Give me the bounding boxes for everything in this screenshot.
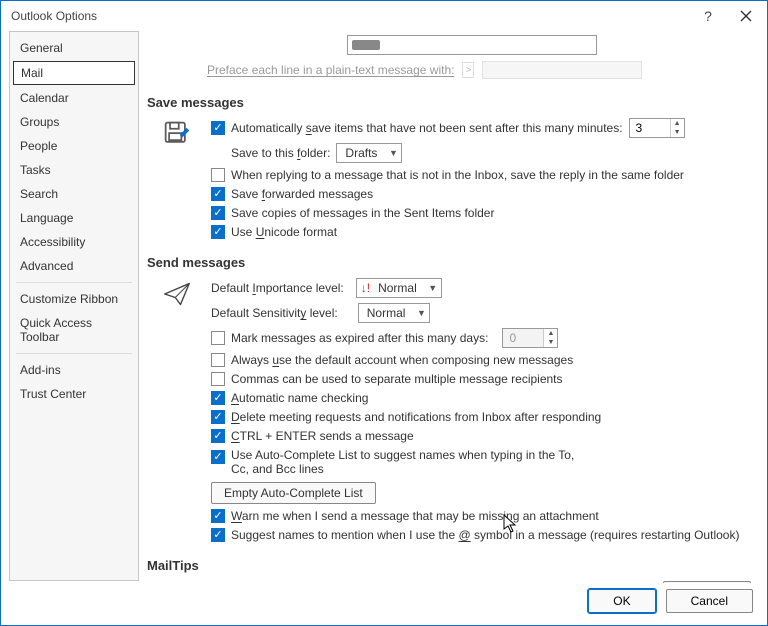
auto-save-minutes-spinner[interactable]: ▲▼ bbox=[629, 118, 685, 138]
preface-label: Preface each line in a plain-text messag… bbox=[207, 63, 454, 77]
sidebar-item-tasks[interactable]: Tasks bbox=[10, 158, 138, 182]
sidebar-item-language[interactable]: Language bbox=[10, 206, 138, 230]
use-unicode-label: Use Unicode format bbox=[231, 225, 337, 239]
mailtips-options-button[interactable]: MailTips Options... bbox=[663, 581, 751, 583]
auto-name-label: Automatic name checking bbox=[231, 391, 368, 405]
preface-prefix-row: Preface each line in a plain-text messag… bbox=[147, 61, 751, 89]
expired-days-spinner[interactable]: ▲▼ bbox=[502, 328, 558, 348]
sidebar-item-calendar[interactable]: Calendar bbox=[10, 86, 138, 110]
commas-label: Commas can be used to separate multiple … bbox=[231, 372, 563, 386]
auto-save-checkbox[interactable] bbox=[211, 121, 225, 135]
titlebar: Outlook Options ? bbox=[1, 1, 767, 31]
mailtips-description: Manage MailTips options. For example, yo… bbox=[211, 581, 651, 583]
paper-plane-icon bbox=[163, 280, 191, 308]
save-section-icon bbox=[163, 118, 197, 239]
expired-checkbox[interactable] bbox=[211, 331, 225, 345]
sidebar-separator bbox=[16, 282, 132, 283]
expired-label: Mark messages as expired after this many… bbox=[231, 331, 488, 345]
section-send-title: Send messages bbox=[147, 249, 751, 274]
autocomplete-checkbox[interactable] bbox=[211, 450, 225, 464]
save-folder-select[interactable]: Drafts ▼ bbox=[336, 143, 402, 163]
save-forwarded-label: Save forwarded messages bbox=[231, 187, 373, 201]
sidebar-item-groups[interactable]: Groups bbox=[10, 110, 138, 134]
close-icon bbox=[740, 10, 752, 22]
ctrl-enter-checkbox[interactable] bbox=[211, 429, 225, 443]
empty-autocomplete-button[interactable]: Empty Auto-Complete List bbox=[211, 482, 376, 504]
ok-button[interactable]: OK bbox=[588, 589, 655, 613]
default-account-label: Always use the default account when comp… bbox=[231, 353, 573, 367]
send-section-icon bbox=[163, 278, 197, 542]
warn-attachment-checkbox[interactable] bbox=[211, 509, 225, 523]
suggest-mentions-checkbox[interactable] bbox=[211, 528, 225, 542]
preface-chevron-button[interactable]: > bbox=[462, 62, 474, 78]
partial-row-cut bbox=[147, 31, 751, 61]
close-button[interactable] bbox=[731, 4, 761, 28]
sidebar-separator bbox=[16, 353, 132, 354]
grip-icon bbox=[352, 40, 380, 50]
mailtips-section-icon: i bbox=[163, 581, 197, 583]
sidebar-item-trust-center[interactable]: Trust Center bbox=[10, 382, 138, 406]
spinner-arrows[interactable]: ▲▼ bbox=[670, 119, 684, 137]
titlebar-actions: ? bbox=[693, 4, 761, 28]
auto-save-label: Automatically save items that have not b… bbox=[231, 121, 623, 135]
sidebar-item-accessibility[interactable]: Accessibility bbox=[10, 230, 138, 254]
ctrl-enter-label: CTRL + ENTER sends a message bbox=[231, 429, 414, 443]
sidebar-item-search[interactable]: Search bbox=[10, 182, 138, 206]
importance-icon: ↓! bbox=[357, 281, 370, 295]
sidebar-item-advanced[interactable]: Advanced bbox=[10, 254, 138, 278]
window-title: Outlook Options bbox=[11, 9, 97, 23]
caret-down-icon: ▼ bbox=[413, 308, 429, 318]
autocomplete-label: Use Auto-Complete List to suggest names … bbox=[231, 448, 581, 476]
sidebar-item-addins[interactable]: Add-ins bbox=[10, 358, 138, 382]
sidebar-item-mail[interactable]: Mail bbox=[13, 61, 135, 85]
save-folder-label: Save to this folder: bbox=[231, 146, 330, 160]
partial-dropdown[interactable] bbox=[347, 35, 597, 55]
floppy-edit-icon bbox=[163, 120, 191, 148]
sidebar-item-general[interactable]: General bbox=[10, 36, 138, 60]
preface-input[interactable] bbox=[482, 61, 642, 79]
sidebar-item-quick-access-toolbar[interactable]: Quick Access Toolbar bbox=[10, 311, 138, 349]
commas-checkbox[interactable] bbox=[211, 372, 225, 386]
delete-meeting-label: Delete meeting requests and notification… bbox=[231, 410, 601, 424]
caret-down-icon: ▼ bbox=[385, 148, 401, 158]
default-account-checkbox[interactable] bbox=[211, 353, 225, 367]
delete-meeting-checkbox[interactable] bbox=[211, 410, 225, 424]
section-mailtips-title: MailTips bbox=[147, 552, 751, 577]
category-sidebar: General Mail Calendar Groups People Task… bbox=[9, 31, 139, 581]
suggest-mentions-label: Suggest names to mention when I use the … bbox=[231, 528, 739, 542]
cancel-button[interactable]: Cancel bbox=[666, 589, 753, 613]
auto-name-checkbox[interactable] bbox=[211, 391, 225, 405]
sensitivity-label: Default Sensitivity level: bbox=[211, 306, 338, 320]
reply-same-folder-label: When replying to a message that is not i… bbox=[231, 168, 684, 182]
help-button[interactable]: ? bbox=[693, 4, 723, 28]
sensitivity-select[interactable]: Normal ▼ bbox=[358, 303, 431, 323]
save-forwarded-checkbox[interactable] bbox=[211, 187, 225, 201]
spinner-arrows[interactable]: ▲▼ bbox=[543, 329, 557, 347]
sidebar-item-customize-ribbon[interactable]: Customize Ribbon bbox=[10, 287, 138, 311]
dialog-footer: OK Cancel bbox=[1, 583, 767, 625]
save-sent-label: Save copies of messages in the Sent Item… bbox=[231, 206, 494, 220]
caret-down-icon: ▼ bbox=[425, 283, 441, 293]
importance-label: Default Importance level: bbox=[211, 281, 344, 295]
warn-attachment-label: Warn me when I send a message that may b… bbox=[231, 509, 599, 523]
importance-select[interactable]: ↓! Normal ▼ bbox=[356, 278, 442, 298]
save-sent-checkbox[interactable] bbox=[211, 206, 225, 220]
use-unicode-checkbox[interactable] bbox=[211, 225, 225, 239]
sidebar-item-people[interactable]: People bbox=[10, 134, 138, 158]
auto-save-minutes-input[interactable] bbox=[630, 119, 670, 137]
expired-days-input[interactable] bbox=[503, 329, 543, 347]
reply-same-folder-checkbox[interactable] bbox=[211, 168, 225, 182]
section-save-title: Save messages bbox=[147, 89, 751, 114]
options-content[interactable]: Preface each line in a plain-text messag… bbox=[147, 31, 753, 583]
